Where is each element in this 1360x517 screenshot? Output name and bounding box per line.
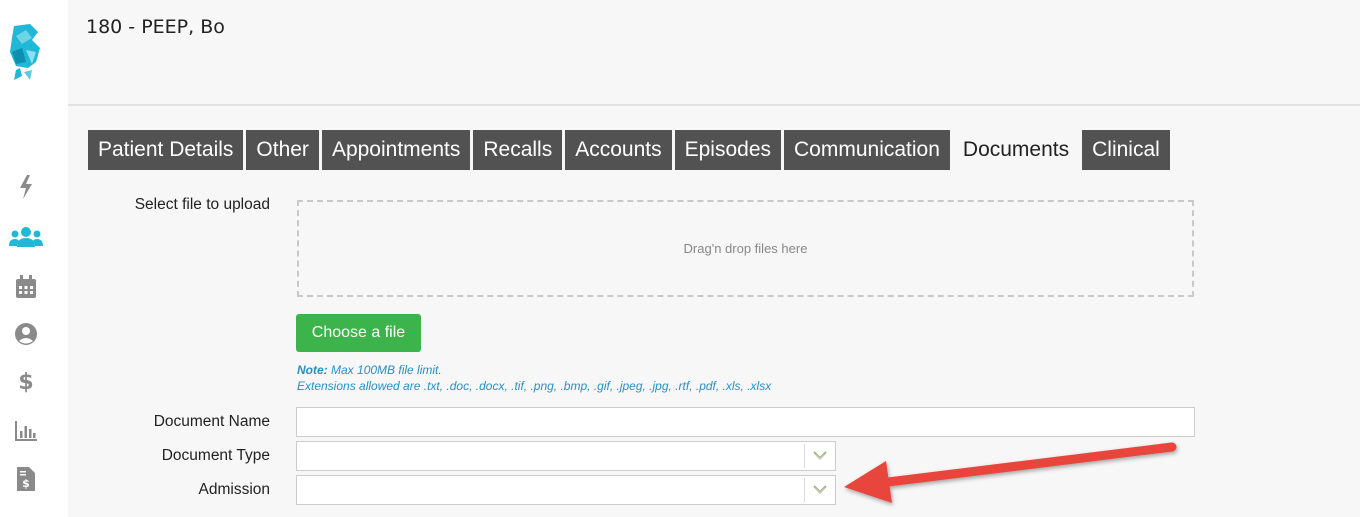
admission-label: Admission: [198, 481, 271, 498]
admission-select[interactable]: [296, 475, 836, 505]
chevron-down-icon[interactable]: [811, 448, 829, 464]
tab-communication[interactable]: Communication: [784, 130, 950, 170]
chevron-down-icon[interactable]: [811, 482, 829, 498]
choose-file-button[interactable]: Choose a file: [296, 314, 421, 352]
tab-appointments[interactable]: Appointments: [321, 130, 471, 170]
tab-accounts[interactable]: Accounts: [565, 130, 672, 170]
upload-label: Select file to upload: [134, 196, 270, 213]
dollar-icon[interactable]: $: [6, 366, 46, 396]
note-prefix: Note:: [297, 363, 328, 377]
users-icon[interactable]: [6, 222, 46, 252]
document-type-label: Document Type: [161, 447, 270, 464]
note-text: Max 100MB file limit.: [331, 363, 442, 377]
invoice-icon[interactable]: $: [6, 464, 46, 494]
document-type-select[interactable]: [296, 441, 836, 471]
lightning-icon[interactable]: [6, 172, 46, 202]
tab-patient-details[interactable]: Patient Details: [88, 130, 244, 170]
tab-bar: Patient Details Other Appointments Recal…: [88, 130, 1170, 170]
icon-rail: $ $: [0, 0, 66, 517]
tab-other[interactable]: Other: [246, 130, 319, 170]
tab-recalls[interactable]: Recalls: [473, 130, 563, 170]
document-name-label: Document Name: [153, 413, 270, 430]
bar-chart-icon[interactable]: [6, 416, 46, 446]
file-dropzone[interactable]: Drag'n drop files here: [297, 200, 1194, 297]
svg-text:$: $: [22, 477, 30, 490]
user-circle-icon[interactable]: [6, 319, 46, 349]
extensions-text: Extensions allowed are .txt, .doc, .docx…: [297, 379, 772, 393]
patient-header: 180 - PEEP, Bo: [68, 0, 1360, 106]
document-name-input[interactable]: [296, 407, 1195, 437]
select-divider: [804, 478, 805, 502]
documents-form: Select file to upload Drag'n drop files …: [88, 170, 1340, 517]
tab-documents[interactable]: Documents: [952, 130, 1080, 170]
patient-title: 180 - PEEP, Bo: [86, 16, 225, 38]
tab-clinical[interactable]: Clinical: [1082, 130, 1170, 170]
select-divider: [804, 444, 805, 468]
app-logo[interactable]: [6, 22, 46, 92]
upload-note: Note: Max 100MB file limit. Extensions a…: [297, 362, 771, 394]
dropzone-text: Drag'n drop files here: [683, 241, 808, 256]
tab-episodes[interactable]: Episodes: [674, 130, 781, 170]
main-panel: Patient Details Other Appointments Recal…: [68, 106, 1360, 517]
calendar-icon[interactable]: [6, 272, 46, 302]
svg-text:$: $: [18, 370, 33, 394]
